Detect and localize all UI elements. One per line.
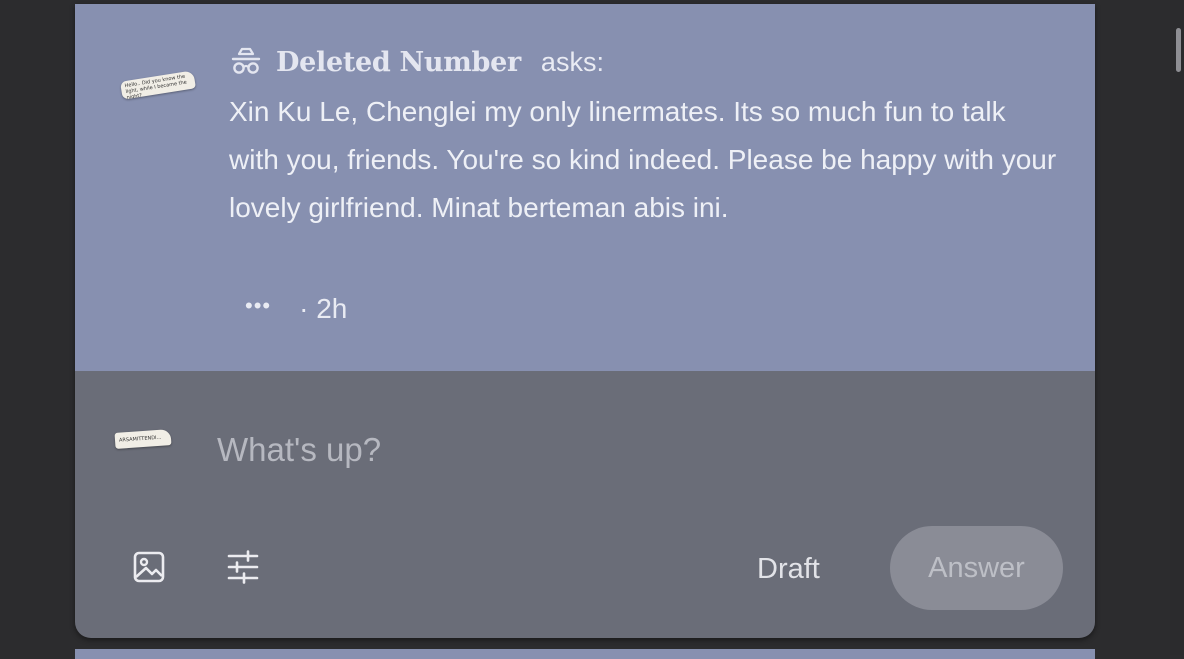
answer-composer: ARSAMITTENDI... Draft Answer bbox=[75, 371, 1095, 638]
question-timestamp: · 2h bbox=[299, 293, 348, 324]
question-header: Deleted Number asks: bbox=[230, 44, 604, 80]
question-meta: ••• · 2h bbox=[245, 291, 347, 327]
asks-label: asks: bbox=[540, 46, 604, 77]
asker-avatar[interactable]: Hello.. Did you know the light, while I … bbox=[120, 70, 196, 100]
answer-input[interactable] bbox=[217, 426, 917, 474]
scrollbar-thumb[interactable] bbox=[1176, 28, 1181, 72]
incognito-icon bbox=[231, 47, 261, 74]
user-avatar[interactable]: ARSAMITTENDI... bbox=[114, 429, 172, 449]
asker-name[interactable]: Deleted Number bbox=[276, 47, 521, 78]
question-section: Hello.. Did you know the light, while I … bbox=[75, 4, 1095, 371]
next-card-edge bbox=[75, 649, 1095, 659]
image-icon[interactable] bbox=[132, 550, 166, 584]
draft-button[interactable]: Draft bbox=[757, 545, 820, 593]
sliders-icon[interactable] bbox=[226, 550, 260, 584]
answer-button[interactable]: Answer bbox=[890, 526, 1063, 610]
question-text: Xin Ku Le, Chenglei my only linermates. … bbox=[229, 96, 1057, 223]
more-options-button[interactable]: ••• bbox=[245, 295, 271, 322]
question-card: Hello.. Did you know the light, while I … bbox=[75, 4, 1095, 638]
scrollbar-track[interactable] bbox=[1170, 0, 1184, 655]
